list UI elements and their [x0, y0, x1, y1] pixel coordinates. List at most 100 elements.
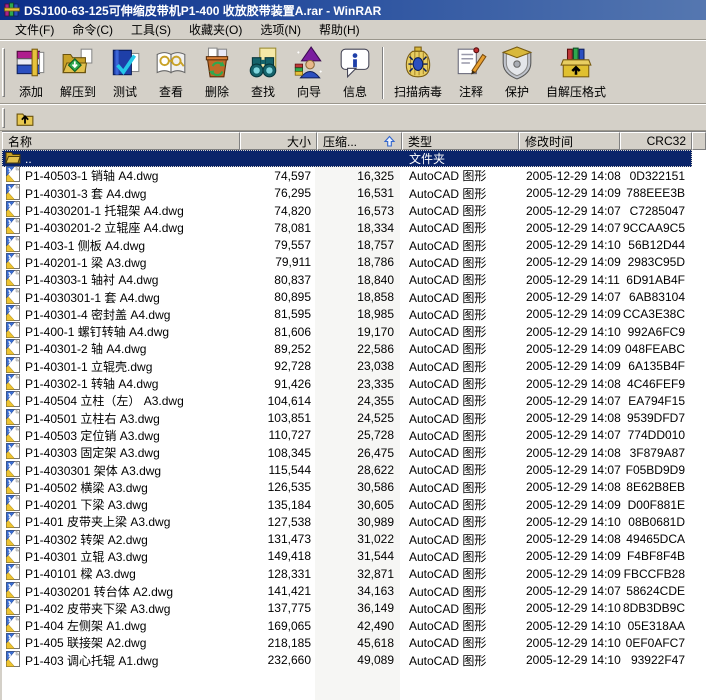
cell-size: 80,895	[274, 290, 311, 305]
table-row[interactable]: P1-40303 固定架 A3.dwg 108,345 26,475 AutoC…	[2, 443, 706, 461]
cell-packed: 34,163	[357, 584, 394, 599]
table-row[interactable]: P1-40502 横梁 A3.dwg 126,535 30,586 AutoCA…	[2, 477, 706, 496]
toolbar-button-wizard[interactable]: 向导	[286, 42, 332, 102]
table-row[interactable]: P1-40301-2 轴 A4.dwg 89,252 22,586 AutoCA…	[2, 339, 706, 357]
dwg-file-icon	[5, 287, 25, 307]
cell-crc32: 992A6FC9	[627, 324, 685, 339]
menu-item-s[interactable]: 工具(S)	[122, 19, 180, 40]
table-row[interactable]: P1-405 联接架 A2.dwg 218,185 45,618 AutoCAD…	[2, 633, 706, 651]
cell-crc32: C7285047	[629, 203, 685, 218]
menu-item-c[interactable]: 命令(C)	[63, 19, 122, 40]
table-row[interactable]: P1-403 调心托辊 A1.dwg 232,660 49,089 AutoCA…	[2, 650, 706, 669]
cell-name: P1-40301-1 立辊壳.dwg	[2, 356, 240, 376]
cell-size: 218,185	[267, 635, 311, 650]
table-row[interactable]: P1-40501 立柱右 A3.dwg 103,851 24,525 AutoC…	[2, 408, 706, 426]
cell-name: P1-40503 定位销 A3.dwg	[2, 425, 240, 445]
toolbar-button-info[interactable]: 信息	[332, 42, 378, 102]
up-one-level-button[interactable]	[12, 106, 38, 130]
table-row[interactable]: P1-40301 立辊 A3.dwg 149,418 31,544 AutoCA…	[2, 546, 706, 565]
table-row[interactable]: P1-4030201-2 立辊座 A4.dwg 78,081 18,334 Au…	[2, 218, 706, 236]
cell-size: 128,331	[267, 566, 311, 581]
toolbar-button-test-archive[interactable]: 测试	[102, 42, 148, 102]
table-row[interactable]: P1-40503-1 销轴 A4.dwg 74,597 16,325 AutoC…	[2, 166, 706, 184]
cell-size: 76,295	[274, 186, 311, 201]
toolbar-button-virus-scan[interactable]: 扫描病毒	[388, 42, 448, 102]
cell-packed: 18,334	[357, 220, 394, 235]
toolbar-button-comment[interactable]: 注释	[448, 42, 494, 102]
winrar-books-icon[interactable]	[4, 2, 20, 18]
table-row[interactable]: P1-40504 立柱（左） A3.dwg 104,614 24,355 Aut…	[2, 391, 706, 410]
toolbar-button-add-archive[interactable]: 添加	[8, 42, 54, 102]
toolbar-button-find[interactable]: 查找	[240, 42, 286, 102]
cell-modified: 2005-12-29 14:09	[526, 186, 621, 201]
cell-name: P1-40201 下梁 A3.dwg	[2, 495, 240, 514]
cell-type: AutoCAD 图形	[409, 532, 487, 547]
cell-modified: 2005-12-29 14:09	[526, 255, 621, 270]
toolbar-button-extract-to[interactable]: 解压到	[54, 42, 102, 102]
table-row[interactable]: P1-402 皮带夹下梁 A3.dwg 137,775 36,149 AutoC…	[2, 598, 706, 617]
table-row[interactable]: P1-40301-4 密封盖 A4.dwg 81,595 18,985 Auto…	[2, 304, 706, 324]
cell-name: P1-4030301-1 套 A4.dwg	[2, 287, 240, 307]
toolbar-button-sfx[interactable]: 自解压格式	[540, 42, 612, 102]
cell-crc32: 49465DCA	[626, 532, 685, 547]
address-bar-gripper[interactable]	[2, 107, 5, 128]
menu-item-n[interactable]: 选项(N)	[251, 19, 310, 40]
cell-name: P1-40301-4 密封盖 A4.dwg	[2, 304, 240, 324]
table-row[interactable]: P1-4030201-1 托辊架 A4.dwg 74,820 16,573 Au…	[2, 201, 706, 219]
toolbar-button-label: 信息	[343, 85, 368, 99]
cell-packed: 16,325	[357, 168, 394, 183]
file-list-panel: 名称 大小 压缩... 类型 修改时间 CRC32 .. 文件夹 P1-4050…	[2, 131, 706, 700]
cell-modified: 2005-12-29 14:07	[526, 462, 621, 477]
table-row[interactable]: P1-4030201 转台体 A2.dwg 141,421 34,163 Aut…	[2, 581, 706, 599]
table-row[interactable]: P1-4030301-1 套 A4.dwg 80,895 18,858 Auto…	[2, 287, 706, 307]
cell-size: 79,911	[275, 255, 311, 270]
menu-item-h[interactable]: 帮助(H)	[310, 19, 369, 40]
table-row[interactable]: P1-40503 定位销 A3.dwg 110,727 25,728 AutoC…	[2, 425, 706, 445]
cell-crc32: 9539DFD7	[626, 411, 685, 426]
table-row[interactable]: P1-4030301 架体 A3.dwg 115,544 28,622 Auto…	[2, 460, 706, 478]
column-header-name[interactable]: 名称	[2, 132, 240, 150]
column-header-type[interactable]: 类型	[402, 132, 519, 150]
menu-item-f[interactable]: 文件(F)	[6, 19, 63, 40]
table-row[interactable]: P1-40303-1 轴衬 A4.dwg 80,837 18,840 AutoC…	[2, 270, 706, 288]
cell-crc32: CCA3E38C	[622, 307, 685, 322]
cell-packed: 18,858	[357, 290, 394, 305]
table-row[interactable]: P1-403-1 侧板 A4.dwg 79,557 18,757 AutoCAD…	[2, 235, 706, 253]
cell-name: P1-40504 立柱（左） A3.dwg	[2, 391, 240, 410]
cell-type: AutoCAD 图形	[409, 428, 487, 443]
table-row[interactable]: P1-400-1 螺钉转轴 A4.dwg 81,606 19,170 AutoC…	[2, 322, 706, 340]
cell-packed: 30,989	[357, 514, 394, 529]
table-row[interactable]: P1-404 左侧架 A1.dwg 169,065 42,490 AutoCAD…	[2, 616, 706, 634]
toolbar-gripper[interactable]	[2, 48, 5, 97]
cell-type: AutoCAD 图形	[409, 480, 487, 495]
table-row[interactable]: P1-40201-1 梁 A3.dwg 79,911 18,786 AutoCA…	[2, 252, 706, 272]
table-row[interactable]: P1-40302 转架 A2.dwg 131,473 31,022 AutoCA…	[2, 529, 706, 548]
cell-packed: 24,525	[357, 411, 394, 426]
cell-type: AutoCAD 图形	[409, 498, 487, 513]
table-row[interactable]: P1-401 皮带夹上梁 A3.dwg 127,538 30,989 AutoC…	[2, 512, 706, 530]
column-header-size[interactable]: 大小	[240, 132, 317, 150]
table-row[interactable]: P1-40101 樑 A3.dwg 128,331 32,871 AutoCAD…	[2, 564, 706, 582]
dwg-file-icon	[5, 304, 25, 324]
toolbar-button-delete[interactable]: 删除	[194, 42, 240, 102]
table-row[interactable]: P1-40201 下梁 A3.dwg 135,184 30,605 AutoCA…	[2, 495, 706, 514]
cell-modified: 2005-12-29 14:09	[526, 341, 621, 356]
toolbar-button-view-file[interactable]: 查看	[148, 42, 194, 102]
cell-type: AutoCAD 图形	[409, 584, 487, 599]
column-header-crc32[interactable]: CRC32	[620, 132, 692, 150]
cell-modified: 2005-12-29 14:07	[526, 220, 621, 235]
cell-type: AutoCAD 图形	[409, 567, 487, 582]
cell-type: AutoCAD 图形	[409, 653, 487, 668]
toolbar-button-protect[interactable]: 保护	[494, 42, 540, 102]
cell-modified: 2005-12-29 14:08	[526, 480, 621, 495]
cell-modified: 2005-12-29 14:10	[526, 238, 621, 253]
table-row-parent-dir-selected[interactable]: .. 文件夹	[2, 150, 692, 168]
menu-item-o[interactable]: 收藏夹(O)	[180, 19, 251, 40]
column-header-packed[interactable]: 压缩...	[317, 132, 402, 150]
cell-type: AutoCAD 图形	[409, 221, 487, 236]
column-header-modified[interactable]: 修改时间	[519, 132, 620, 150]
cell-name: P1-40201-1 梁 A3.dwg	[2, 252, 240, 272]
table-row[interactable]: P1-40301-1 立辊壳.dwg 92,728 23,038 AutoCAD…	[2, 356, 706, 376]
table-row[interactable]: P1-40301-3 套 A4.dwg 76,295 16,531 AutoCA…	[2, 183, 706, 202]
table-row[interactable]: P1-40302-1 转轴 A4.dwg 91,426 23,335 AutoC…	[2, 374, 706, 392]
